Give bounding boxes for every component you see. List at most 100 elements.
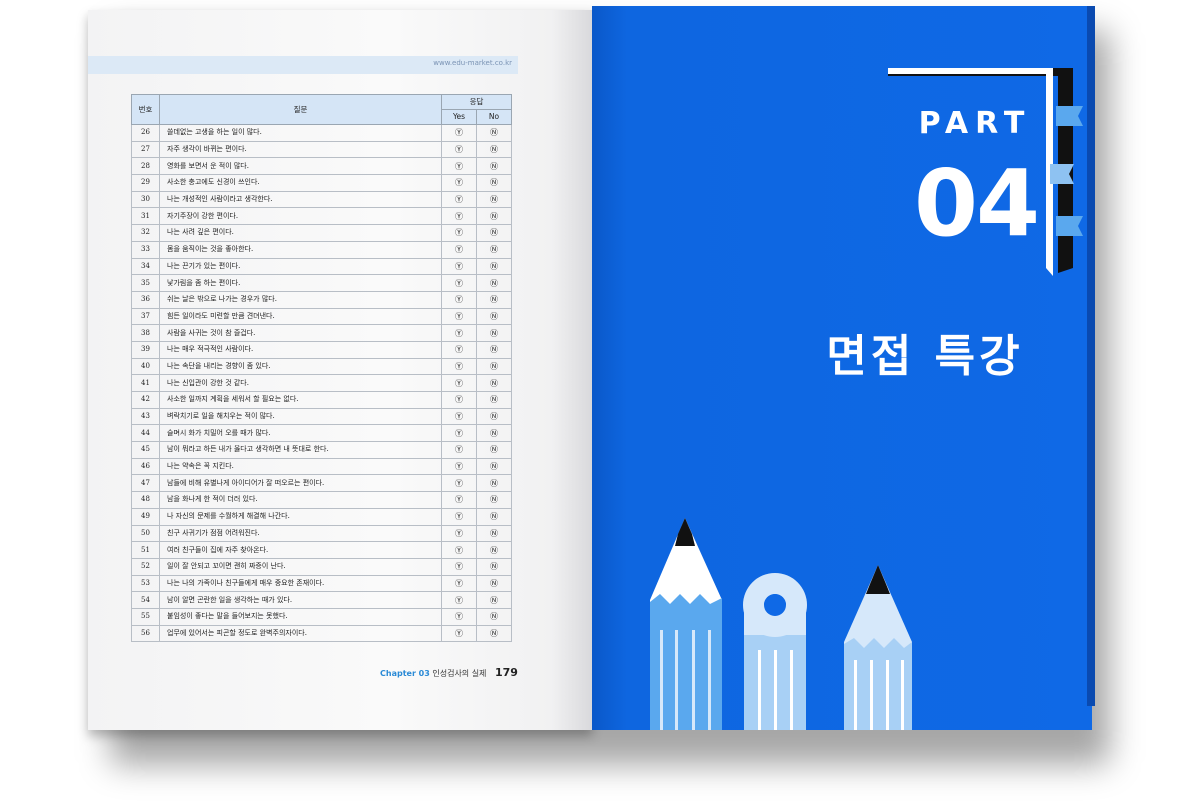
footer-chapter: Chapter 03	[380, 669, 430, 678]
question-text: 사람을 사귀는 것이 참 즐겁다.	[159, 324, 442, 342]
question-text: 사소한 충고에도 신경이 쓰인다.	[159, 174, 442, 192]
question-number: 33	[131, 240, 160, 259]
question-text: 남들에 비해 유별나게 아이디어가 잘 떠오르는 편이다.	[159, 474, 442, 493]
no-option: Ⓝ	[476, 591, 512, 609]
table-row: 31 자기주장이 강한 편이다. Ⓨ Ⓝ	[131, 207, 512, 226]
no-option: Ⓝ	[476, 557, 512, 576]
table-row: 30 나는 개성적인 사람이라고 생각한다. Ⓨ Ⓝ	[131, 190, 512, 209]
table-row: 44 슬며시 화가 치밀어 오를 때가 많다. Ⓨ Ⓝ	[131, 424, 512, 443]
question-number: 49	[131, 507, 160, 526]
table-row: 50 친구 사귀기가 점점 어려워진다. Ⓨ Ⓝ	[131, 524, 512, 543]
table-row: 45 남이 뭐라고 하든 내가 옳다고 생각하면 내 뜻대로 한다. Ⓨ Ⓝ	[131, 441, 512, 459]
no-option: Ⓝ	[476, 190, 512, 209]
question-number: 54	[131, 591, 160, 609]
table-row: 29 사소한 충고에도 신경이 쓰인다. Ⓨ Ⓝ	[131, 174, 512, 192]
yes-option: Ⓨ	[441, 190, 477, 209]
table-row: 37 힘든 일이라도 미련할 만큼 견뎌낸다. Ⓨ Ⓝ	[131, 307, 512, 326]
table-row: 28 영화를 보면서 운 적이 많다. Ⓨ Ⓝ	[131, 157, 512, 176]
question-text: 쉬는 날은 밖으로 나가는 경우가 많다.	[159, 290, 442, 309]
pencil-left	[650, 518, 722, 730]
header-number: 번호	[131, 94, 160, 125]
no-option: Ⓝ	[476, 541, 512, 559]
table-row: 48 남을 화나게 한 적이 더러 있다. Ⓨ Ⓝ	[131, 491, 512, 509]
question-number: 37	[131, 307, 160, 326]
yes-option: Ⓨ	[441, 491, 477, 509]
question-text: 힘든 일이라도 미련할 만큼 견뎌낸다.	[159, 307, 442, 326]
yes-option: Ⓨ	[441, 374, 477, 392]
website-url: www.edu-market.co.kr	[433, 59, 512, 67]
no-option: Ⓝ	[476, 491, 512, 509]
question-text: 자주 생각이 바뀌는 편이다.	[159, 140, 442, 159]
yes-option: Ⓨ	[441, 507, 477, 526]
question-number: 52	[131, 557, 160, 576]
question-number: 41	[131, 374, 160, 392]
question-number: 34	[131, 257, 160, 276]
yes-option: Ⓨ	[441, 207, 477, 226]
footer-chapter-title: 인성검사의 실제	[432, 669, 487, 678]
no-option: Ⓝ	[476, 574, 512, 593]
question-number: 40	[131, 357, 160, 376]
table-row: 56 업무에 있어서는 피곤할 정도로 완벽주의자이다. Ⓨ Ⓝ	[131, 624, 512, 643]
question-text: 쓸데없는 고생을 하는 일이 많다.	[159, 124, 442, 142]
pencil-middle	[743, 573, 807, 730]
question-text: 나는 개성적인 사람이라고 생각한다.	[159, 190, 442, 209]
question-text: 영화를 보면서 운 적이 많다.	[159, 157, 442, 176]
yes-option: Ⓨ	[441, 407, 477, 426]
pencil-right	[844, 565, 912, 730]
no-option: Ⓝ	[476, 357, 512, 376]
yes-option: Ⓨ	[441, 474, 477, 493]
page-footer: Chapter 03 인성검사의 실제 179	[380, 666, 518, 679]
yes-option: Ⓨ	[441, 340, 477, 359]
question-number: 39	[131, 340, 160, 359]
questionnaire-table: 번호 질문 응답 Yes No 26 쓸데없는 고생을 하는 일이 많다. Ⓨ Ⓝ 27…	[131, 94, 512, 643]
page-number: 179	[494, 666, 518, 679]
header-answer: 응답	[441, 94, 512, 110]
question-number: 48	[131, 491, 160, 509]
yes-option: Ⓨ	[441, 357, 477, 376]
question-text: 붙임성이 좋다는 말을 들어보지는 못했다.	[159, 607, 442, 626]
no-option: Ⓝ	[476, 407, 512, 426]
no-option: Ⓝ	[476, 157, 512, 176]
question-text: 남이 알면 곤란한 일을 생각하는 때가 있다.	[159, 591, 442, 609]
no-option: Ⓝ	[476, 391, 512, 409]
question-text: 친구 사귀기가 점점 어려워진다.	[159, 524, 442, 543]
question-number: 43	[131, 407, 160, 426]
no-option: Ⓝ	[476, 324, 512, 342]
no-option: Ⓝ	[476, 140, 512, 159]
question-number: 47	[131, 474, 160, 493]
table-row: 26 쓸데없는 고생을 하는 일이 많다. Ⓨ Ⓝ	[131, 124, 512, 142]
no-option: Ⓝ	[476, 441, 512, 459]
table-row: 54 남이 알면 곤란한 일을 생각하는 때가 있다. Ⓨ Ⓝ	[131, 591, 512, 609]
yes-option: Ⓨ	[441, 424, 477, 443]
no-option: Ⓝ	[476, 424, 512, 443]
table-row: 39 나는 매우 적극적인 사람이다. Ⓨ Ⓝ	[131, 340, 512, 359]
question-number: 32	[131, 224, 160, 242]
question-text: 나는 사려 깊은 편이다.	[159, 224, 442, 242]
yes-option: Ⓨ	[441, 457, 477, 476]
question-number: 35	[131, 274, 160, 292]
yes-option: Ⓨ	[441, 124, 477, 142]
table-row: 33 몸을 움직이는 것을 좋아한다. Ⓨ Ⓝ	[131, 240, 512, 259]
question-number: 44	[131, 424, 160, 443]
question-number: 29	[131, 174, 160, 192]
question-text: 업무에 있어서는 피곤할 정도로 완벽주의자이다.	[159, 624, 442, 643]
question-text: 낯가림을 좀 하는 편이다.	[159, 274, 442, 292]
yes-option: Ⓨ	[441, 324, 477, 342]
no-option: Ⓝ	[476, 290, 512, 309]
header-yes: Yes	[441, 109, 477, 125]
question-number: 55	[131, 607, 160, 626]
table-row: 55 붙임성이 좋다는 말을 들어보지는 못했다. Ⓨ Ⓝ	[131, 607, 512, 626]
question-text: 몸을 움직이는 것을 좋아한다.	[159, 240, 442, 259]
yes-option: Ⓨ	[441, 607, 477, 626]
question-number: 38	[131, 324, 160, 342]
question-number: 51	[131, 541, 160, 559]
question-number: 53	[131, 574, 160, 593]
no-option: Ⓝ	[476, 457, 512, 476]
question-number: 27	[131, 140, 160, 159]
yes-option: Ⓨ	[441, 391, 477, 409]
question-text: 나는 매우 적극적인 사람이다.	[159, 340, 442, 359]
no-option: Ⓝ	[476, 207, 512, 226]
no-option: Ⓝ	[476, 257, 512, 276]
question-text: 자기주장이 강한 편이다.	[159, 207, 442, 226]
yes-option: Ⓨ	[441, 174, 477, 192]
